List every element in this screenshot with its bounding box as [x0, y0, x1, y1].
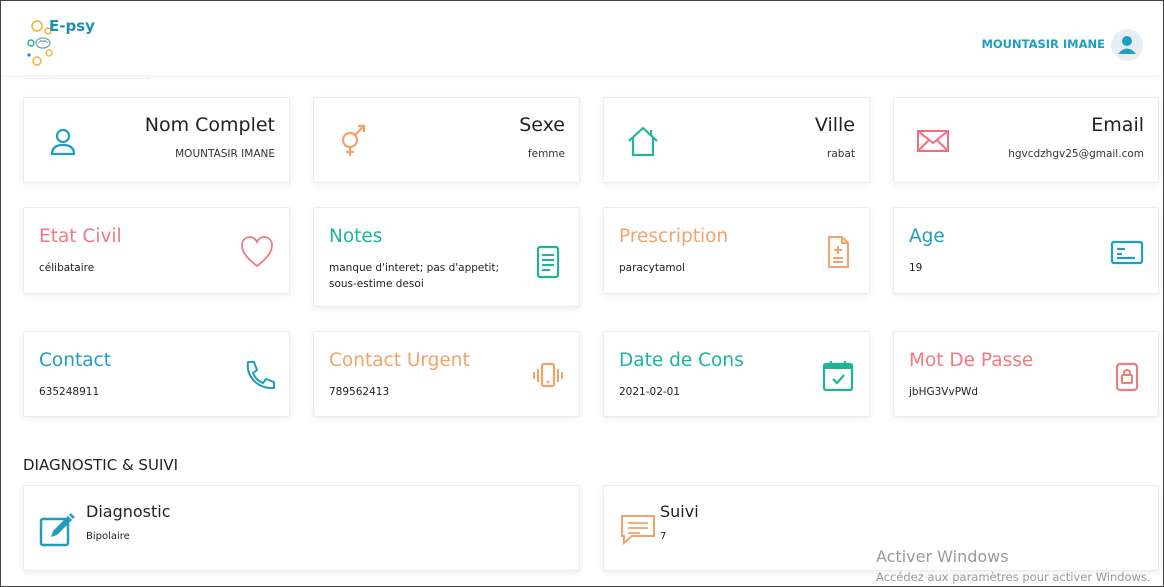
card-prescription: Prescription paracytamol — [603, 207, 870, 294]
card-title: Date de Cons — [619, 350, 744, 371]
card-value: paracytamol — [619, 262, 685, 274]
card-title: Notes — [329, 226, 383, 247]
edit-icon — [39, 513, 75, 547]
document-icon — [536, 245, 560, 279]
card-value: célibataire — [39, 262, 95, 274]
home-icon — [628, 126, 658, 157]
card-value: 19 — [909, 262, 923, 274]
card-title: Email — [1091, 114, 1144, 136]
card-age: Age 19 — [893, 207, 1159, 294]
card-contact-urgent: Contact Urgent 789562413 — [313, 331, 580, 417]
lock-icon — [1115, 362, 1139, 392]
windows-activation-watermark: Activer Windows Accédez aux paramètres p… — [876, 547, 1151, 584]
card-value: rabat — [827, 148, 855, 160]
card-mot-de-passe: Mot De Passe jbHG3VvPWd — [893, 331, 1159, 417]
heart-icon — [241, 236, 273, 268]
card-value: 7 — [660, 531, 667, 542]
card-value: 635248911 — [39, 386, 100, 398]
card-value: femme — [527, 148, 565, 160]
card-title: Sexe — [519, 114, 565, 136]
card-date-de-cons: Date de Cons 2021-02-01 — [603, 331, 870, 417]
user-icon — [50, 128, 76, 156]
card-sexe: Sexe femme — [313, 97, 580, 183]
card-title: Nom Complet — [144, 114, 275, 136]
card-etat-civil: Etat Civil célibataire — [23, 207, 290, 294]
card-diagnostic: Diagnostic Bipolaire — [23, 485, 580, 571]
card-title: Prescription — [619, 226, 729, 247]
card-ville: Ville rabat — [603, 97, 870, 183]
watermark-title: Activer Windows — [876, 547, 1009, 566]
vibrating-phone-icon — [533, 362, 563, 388]
faded-breadcrumb: ........................................… — [25, 73, 150, 79]
id-card-icon — [1110, 240, 1144, 265]
top-bar: E-psy MOUNTASIR IMANE — [1, 1, 1163, 75]
card-title: Contact Urgent — [329, 350, 470, 371]
card-title: Age — [909, 226, 945, 247]
card-title: Ville — [814, 114, 855, 136]
watermark-subtitle: Accédez aux paramètres pour activer Wind… — [876, 570, 1151, 584]
user-name[interactable]: MOUNTASIR IMANE — [981, 37, 1105, 51]
card-title: Diagnostic — [86, 502, 171, 521]
card-value: hgvcdzhgv25@gmail.com — [1008, 148, 1144, 160]
card-value: jbHG3VvPWd — [909, 386, 979, 398]
prescription-icon — [828, 236, 849, 268]
card-title: Contact — [39, 350, 111, 371]
card-email: Email hgvcdzhgv25@gmail.com — [893, 97, 1159, 183]
calendar-icon — [822, 361, 854, 392]
card-value: Bipolaire — [86, 531, 130, 542]
mail-icon — [917, 130, 949, 152]
card-value: 2021-02-01 — [619, 386, 681, 398]
brand-name[interactable]: E-psy — [49, 17, 95, 35]
card-value: 789562413 — [329, 386, 390, 398]
card-value: MOUNTASIR IMANE — [175, 148, 275, 160]
chat-icon — [621, 515, 655, 546]
card-title: Suivi — [660, 502, 699, 521]
section-title: DIAGNOSTIC & SUIVI — [23, 456, 179, 474]
card-title: Etat Civil — [39, 226, 122, 247]
card-notes: Notes manque d'interet; pas d'appetit; s… — [313, 207, 580, 307]
user-avatar-icon — [1118, 36, 1136, 54]
card-value: manque d'interet; pas d'appetit; sous-es… — [329, 262, 500, 290]
card-title: Mot De Passe — [909, 350, 1034, 371]
phone-icon — [246, 361, 275, 390]
card-nom-complet: Nom Complet MOUNTASIR IMANE — [23, 97, 290, 183]
gender-icon — [341, 124, 366, 156]
card-contact: Contact 635248911 — [23, 331, 290, 417]
avatar[interactable] — [1111, 29, 1143, 61]
